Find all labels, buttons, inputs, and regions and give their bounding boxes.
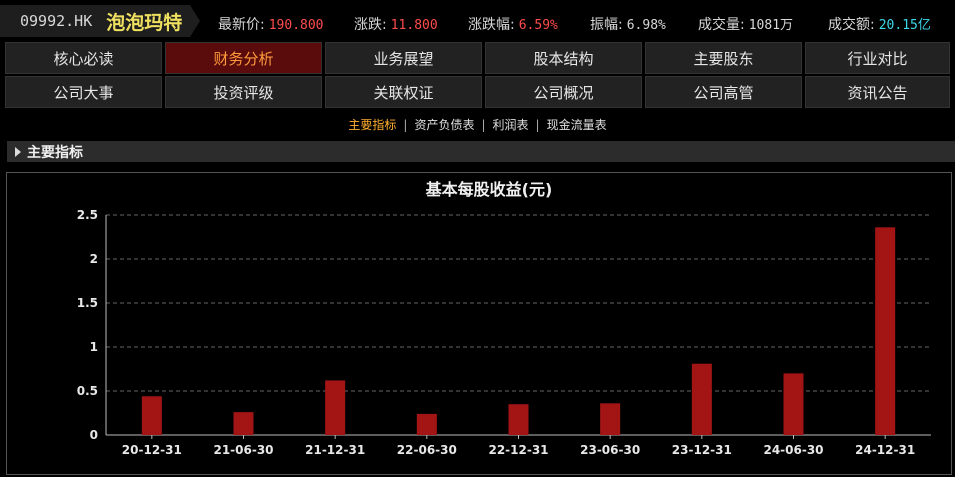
bar [783, 373, 804, 435]
nav-row-2: 公司大事 投资评级 关联权证 公司概况 公司高管 资讯公告 [5, 76, 955, 108]
subtab-income-statement[interactable]: 利润表 [488, 118, 534, 132]
expand-triangle-icon[interactable] [15, 146, 21, 157]
volume: 成交量: 1081万 [698, 14, 793, 34]
x-tick-label: 20-12-31 [122, 443, 182, 457]
x-tick-label: 23-06-30 [580, 443, 640, 457]
nav-news-announcements[interactable]: 资讯公告 [805, 76, 950, 108]
x-tick-label: 22-12-31 [488, 443, 548, 457]
nav-row-1: 核心必读 财务分析 业务展望 股本结构 主要股东 行业对比 [5, 42, 955, 74]
subtab-separator: | [535, 118, 540, 132]
bar [233, 412, 254, 435]
price-change: 涨跌: 11.800 [354, 14, 438, 34]
x-tick-label: 23-12-31 [672, 443, 732, 457]
volume-value: 1081万 [748, 18, 794, 33]
subtab-separator: | [481, 118, 486, 132]
bar [600, 403, 621, 435]
latest-price-label: 最新价: [218, 17, 265, 33]
subtab-key-indicators[interactable]: 主要指标 [343, 118, 401, 132]
y-tick-label: 1 [90, 340, 98, 354]
stock-title-box: 09992.HK 泡泡玛特 [0, 5, 200, 37]
y-tick-label: 2 [90, 252, 98, 266]
turnover: 成交额: 20.15亿 [828, 14, 931, 34]
nav-company-profile[interactable]: 公司概况 [485, 76, 642, 108]
y-tick-label: 0 [90, 428, 98, 442]
financial-subtabs: 主要指标 | 资产负债表 | 利润表 | 现金流量表 [0, 116, 955, 133]
nav-financial-analysis[interactable]: 财务分析 [165, 42, 322, 74]
bar [508, 404, 529, 435]
subtab-cash-flow[interactable]: 现金流量表 [542, 118, 612, 132]
eps-chart-panel: 基本每股收益(元) 0 0.5 1 1.5 2 2.5 20-12-31 21-06-30 21… [6, 172, 952, 475]
x-tick-label: 21-12-31 [305, 443, 365, 457]
y-tick-label: 2.5 [77, 208, 98, 222]
nav-business-outlook[interactable]: 业务展望 [325, 42, 482, 74]
bar [325, 380, 346, 435]
turnover-label: 成交额: [828, 17, 875, 33]
section-header[interactable]: 主要指标 [7, 141, 955, 162]
eps-bar-chart: 基本每股收益(元) 0 0.5 1 1.5 2 2.5 20-12-31 21-06-30 21… [77, 180, 931, 457]
bar [875, 227, 896, 435]
price-change-label: 涨跌: [354, 17, 387, 33]
nav-major-shareholders[interactable]: 主要股东 [645, 42, 802, 74]
bar [141, 396, 162, 435]
change-percent-value: 6.59% [518, 18, 558, 33]
stock-name: 泡泡玛特 [106, 11, 183, 34]
bar [416, 413, 437, 435]
volume-label: 成交量: [698, 17, 745, 33]
y-tick-label: 1.5 [77, 296, 98, 310]
latest-price-value: 190.800 [268, 18, 324, 33]
quote-bar: 09992.HK 泡泡玛特 最新价: 190.800 涨跌: 11.800 涨跌幅:… [0, 0, 955, 42]
turnover-value: 20.15亿 [878, 18, 931, 33]
section-title: 主要指标 [27, 144, 83, 161]
chart-title: 基本每股收益(元) [425, 180, 553, 199]
x-tick-label: 22-06-30 [397, 443, 457, 457]
amplitude: 振幅: 6.98% [590, 14, 666, 34]
nav-core-reading[interactable]: 核心必读 [5, 42, 162, 74]
subtab-balance-sheet[interactable]: 资产负债表 [409, 118, 479, 132]
amplitude-label: 振幅: [590, 17, 623, 33]
main-nav: 核心必读 财务分析 业务展望 股本结构 主要股东 行业对比 公司大事 投资评级 … [5, 42, 955, 110]
x-tick-label: 21-06-30 [213, 443, 273, 457]
change-percent: 涨跌幅: 6.59% [468, 14, 558, 34]
bar [691, 363, 712, 435]
nav-related-warrants[interactable]: 关联权证 [325, 76, 482, 108]
latest-price: 最新价: 190.800 [218, 14, 324, 34]
nav-executives[interactable]: 公司高管 [645, 76, 802, 108]
stock-code: 09992.HK [20, 12, 93, 30]
y-tick-label: 0.5 [77, 384, 98, 398]
nav-company-events[interactable]: 公司大事 [5, 76, 162, 108]
x-tick-label: 24-12-31 [855, 443, 915, 457]
nav-investment-rating[interactable]: 投资评级 [165, 76, 322, 108]
nav-share-structure[interactable]: 股本结构 [485, 42, 642, 74]
nav-industry-comparison[interactable]: 行业对比 [805, 42, 950, 74]
x-tick-label: 24-06-30 [763, 443, 823, 457]
amplitude-value: 6.98% [626, 18, 666, 33]
change-percent-label: 涨跌幅: [468, 17, 515, 33]
price-change-value: 11.800 [390, 18, 438, 33]
